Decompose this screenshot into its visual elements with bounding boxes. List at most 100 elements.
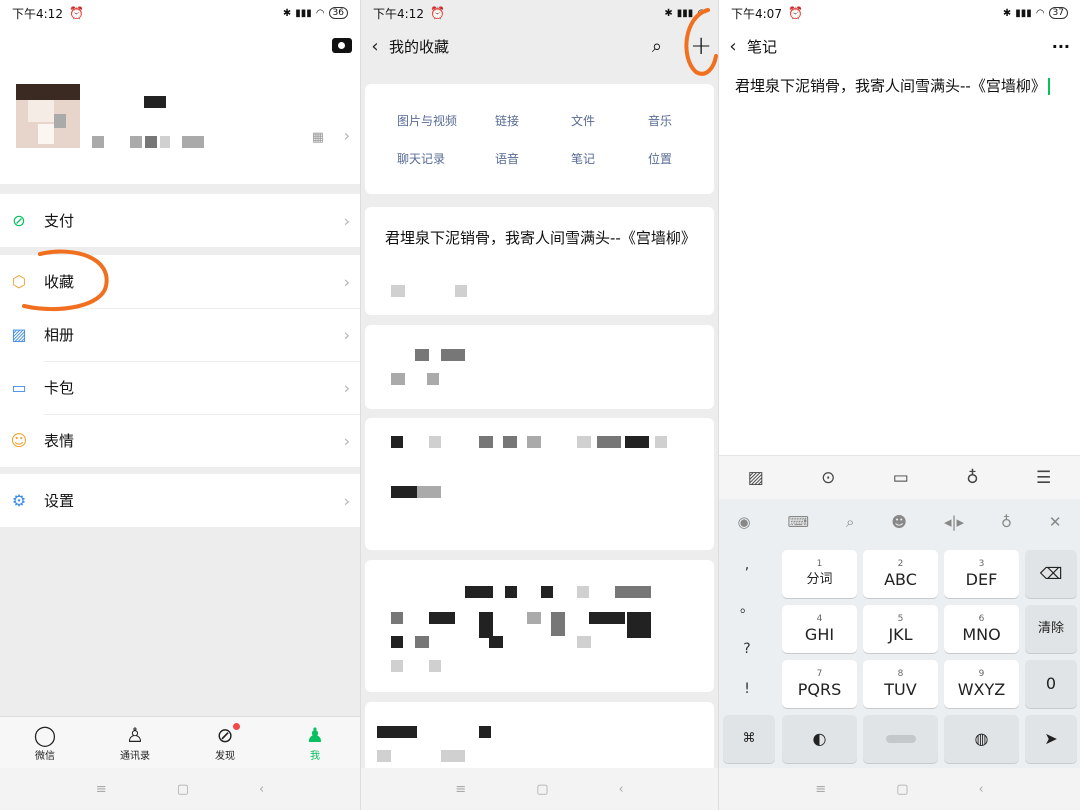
tab-contacts[interactable]: ♙ 通讯录	[90, 717, 180, 768]
emoji-icon[interactable]: ☻	[891, 513, 907, 531]
symbols-key[interactable]: ⌘	[723, 715, 775, 763]
add-icon[interactable]: +	[690, 31, 712, 61]
note-text-area[interactable]: 君埋泉下泥销骨，我寄人间雪满头--《宫墙柳》	[735, 74, 1064, 98]
voice-input-icon[interactable]: ♁	[1001, 513, 1012, 531]
tab-discover[interactable]: ⊘ 发现	[180, 717, 270, 768]
profile-card[interactable]: ▦ ›	[0, 26, 360, 184]
back-nav-icon[interactable]: ‹	[979, 782, 984, 797]
close-keyboard-icon[interactable]: ✕	[1049, 513, 1062, 531]
menu-nav-icon[interactable]: ≡	[815, 782, 826, 797]
wifi-icon: ◠	[315, 7, 325, 19]
key-4[interactable]: 4 GHI	[782, 605, 857, 653]
menu-item-settings[interactable]: ⚙ 设置 ›	[0, 474, 360, 527]
backspace-key[interactable]: ⌫	[1025, 550, 1077, 598]
tab-me[interactable]: ♟ 我	[270, 717, 360, 768]
cube-icon: ⬡	[12, 272, 26, 291]
menu-item-pay[interactable]: ⊘ 支付 ›	[0, 194, 360, 247]
filter-images-videos[interactable]: 图片与视频	[387, 112, 467, 129]
microphone-icon[interactable]: ♁	[966, 468, 978, 488]
key-8[interactable]: 8 TUV	[863, 660, 938, 708]
keyboard-settings-icon[interactable]: ◉	[737, 513, 750, 531]
wallet-icon: ⊘	[12, 211, 26, 230]
qr-code-icon[interactable]: ▦	[312, 130, 324, 145]
menu-item-stickers[interactable]: ☺ 表情 ›	[0, 414, 360, 467]
filter-voice[interactable]: 语音	[467, 150, 547, 167]
symbol-key[interactable]: 。	[740, 597, 754, 617]
filter-location[interactable]: 位置	[620, 150, 700, 167]
filter-links[interactable]: 链接	[467, 112, 547, 129]
tab-label: 我	[310, 751, 320, 762]
favorite-item-redacted[interactable]	[365, 560, 714, 692]
symbol-key[interactable]: ?	[743, 641, 750, 657]
key-3[interactable]: 3 DEF	[944, 550, 1019, 598]
list-icon[interactable]: ☰	[1036, 468, 1051, 488]
language-key[interactable]: ◍	[944, 715, 1019, 763]
key-6[interactable]: 6 MNO	[944, 605, 1019, 653]
chevron-right-icon: ›	[343, 491, 350, 510]
avatar[interactable]	[16, 84, 80, 148]
back-nav-icon[interactable]: ‹	[619, 782, 624, 797]
menu-item-album[interactable]: ▨ 相册 ›	[0, 308, 360, 361]
symbol-key[interactable]: ,	[745, 557, 749, 573]
filter-files[interactable]: 文件	[543, 112, 623, 129]
filter-music[interactable]: 音乐	[620, 112, 700, 129]
key-7[interactable]: 7 PQRS	[782, 660, 857, 708]
menu-group-main: ⬡ 收藏 › ▨ 相册 › ▭ 卡包 › ☺ 表情 ›	[0, 255, 360, 467]
search-icon[interactable]: ⌕	[846, 513, 854, 531]
send-key[interactable]: ➤	[1025, 715, 1077, 763]
location-pin-icon[interactable]: ⊙	[821, 468, 835, 488]
status-time: 下午4:12	[373, 6, 424, 21]
menu-label: 相册	[44, 326, 75, 344]
symbol-key[interactable]: !	[744, 681, 750, 697]
person-icon: ♟	[306, 723, 324, 747]
key-9[interactable]: 9 WXYZ	[944, 660, 1019, 708]
menu-item-cards[interactable]: ▭ 卡包 ›	[0, 361, 360, 414]
favorite-item-redacted[interactable]	[365, 325, 714, 409]
filter-chat-history[interactable]: 聊天记录	[381, 150, 461, 167]
home-nav-icon[interactable]: ▢	[536, 782, 548, 797]
home-nav-icon[interactable]: ▢	[177, 782, 189, 797]
image-icon[interactable]: ▨	[748, 468, 764, 488]
more-options-icon[interactable]: ···	[1052, 37, 1070, 56]
battery-icon: 37	[1048, 7, 1068, 19]
tab-label: 通讯录	[120, 751, 150, 762]
key-5[interactable]: 5 JKL	[863, 605, 938, 653]
menu-nav-icon[interactable]: ≡	[96, 782, 107, 797]
favorite-item-note[interactable]: 君埋泉下泥销骨，我寄人间雪满头--《宫墙柳》	[365, 207, 714, 315]
tab-chats[interactable]: ◯ 微信	[0, 717, 90, 768]
back-arrow-icon[interactable]: ‹	[719, 36, 747, 57]
chevron-right-icon: ›	[343, 431, 350, 450]
mic-key[interactable]: ◐	[782, 715, 857, 763]
home-nav-icon[interactable]: ▢	[896, 782, 908, 797]
chevron-right-icon: ›	[343, 378, 350, 397]
symbol-column: , 。 ? !	[719, 545, 775, 709]
menu-item-favorites[interactable]: ⬡ 收藏 ›	[0, 255, 360, 308]
key-0[interactable]: 0	[1025, 660, 1077, 708]
status-time: 下午4:12	[12, 6, 63, 21]
menu-label: 卡包	[44, 379, 75, 397]
cursor-move-icon[interactable]: ◂|▸	[944, 513, 964, 531]
folder-icon[interactable]: ▭	[893, 468, 909, 488]
favorite-item-redacted[interactable]	[365, 702, 714, 772]
bottom-tab-bar: ◯ 微信 ♙ 通讯录 ⊘ 发现 ♟ 我	[0, 716, 360, 768]
key-1[interactable]: 1 分词	[782, 550, 857, 598]
back-nav-icon[interactable]: ‹	[259, 782, 264, 797]
search-icon[interactable]: ⌕	[652, 36, 662, 57]
filter-notes[interactable]: 笔记	[543, 150, 623, 167]
category-filter-panel: 图片与视频 链接 文件 音乐 聊天记录 语音 笔记 位置	[365, 84, 714, 194]
note-text: 君埋泉下泥销骨，我寄人间雪满头--《宫墙柳》	[735, 77, 1046, 95]
compass-icon: ⊘	[216, 723, 234, 747]
keyboard-layout-icon[interactable]: ⌨	[787, 513, 809, 531]
picture-icon: ▨	[11, 325, 27, 344]
back-arrow-icon[interactable]: ‹	[361, 36, 389, 57]
clear-key[interactable]: 清除	[1025, 605, 1077, 653]
favorite-item-redacted[interactable]	[365, 418, 714, 550]
tab-label: 发现	[215, 751, 235, 762]
menu-nav-icon[interactable]: ≡	[455, 782, 466, 797]
space-key[interactable]	[863, 715, 938, 763]
me-screen: 下午4:12 ⏰ ✱ ▮▮▮ ◠ 36 ▦ › ⊘ 支付 › ⬡ 收藏 › ▨ …	[0, 0, 360, 810]
notification-dot	[233, 723, 240, 730]
camera-icon[interactable]	[332, 38, 352, 53]
menu-group-pay: ⊘ 支付 ›	[0, 194, 360, 247]
key-2[interactable]: 2 ABC	[863, 550, 938, 598]
